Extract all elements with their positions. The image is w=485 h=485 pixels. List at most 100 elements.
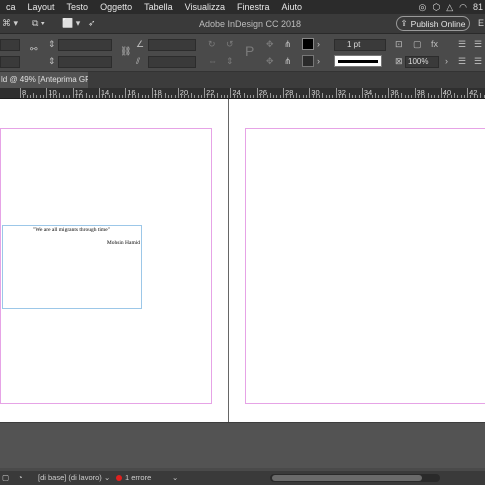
profile-dropdown-icon[interactable]: ⌄ (104, 473, 110, 482)
author-text[interactable]: Mohsin Hamid (107, 240, 140, 246)
ruler-tick (56, 95, 58, 98)
flip-vertical-icon[interactable]: ⇕ (226, 56, 234, 66)
ruler-tick (177, 88, 179, 98)
ruler-tick (240, 95, 242, 98)
ruler-tick (470, 95, 472, 98)
constrain-proportions-icon[interactable]: ⛓ (120, 46, 131, 56)
shear-angle-field[interactable] (148, 56, 196, 68)
share-icon: ⇪ (400, 18, 408, 28)
menu-item-visualizza[interactable]: Visualizza (179, 2, 231, 12)
select-next-icon[interactable]: ⋔ (284, 56, 292, 66)
page-nav-first-icon[interactable]: ▢ (2, 473, 9, 482)
stroke-swatch[interactable] (302, 55, 314, 67)
preflight-profile[interactable]: [di base] (di lavoro) (38, 473, 102, 482)
fill-swatch[interactable] (302, 38, 314, 50)
ruler-tick (75, 95, 77, 98)
horizontal-scroll-thumb[interactable] (272, 475, 422, 481)
fit-frame-icon[interactable]: ▢ (413, 39, 422, 49)
constrain-link-icon[interactable]: ⚯ (30, 44, 38, 54)
menu-item-tabella[interactable]: Tabella (138, 2, 179, 12)
opacity-dropdown-icon[interactable]: › (445, 56, 448, 66)
align-right-icon[interactable]: ☰ (458, 56, 466, 66)
errors-dropdown-icon[interactable]: ⌄ (172, 473, 178, 482)
select-content-icon[interactable]: ✥ (266, 56, 274, 66)
ruler-tick (483, 95, 485, 98)
effects-icon[interactable]: fx (431, 39, 438, 49)
ruler-tick (480, 93, 482, 98)
ruler-tick (72, 88, 74, 98)
menu-item-app[interactable]: ca (0, 2, 22, 12)
menu-item-finestra[interactable]: Finestra (231, 2, 276, 12)
wifi-icon[interactable]: ◠ (459, 2, 467, 13)
width-stepper-icon[interactable]: ⇕ (48, 39, 56, 49)
stroke-type-sample[interactable] (334, 55, 382, 67)
menu-item-oggetto[interactable]: Oggetto (94, 2, 138, 12)
rotation-angle-field[interactable] (148, 39, 196, 51)
ruler-tick (246, 95, 248, 98)
ruler-tick (460, 95, 462, 98)
ruler-tick (299, 95, 301, 98)
align-center-icon[interactable]: ☰ (474, 39, 482, 49)
horizontal-ruler[interactable]: 8 10 12 14 16 18 20 22 24 26 28 30 32 34 36 38 40 42 (0, 88, 485, 99)
ruler-tick (184, 95, 186, 98)
ruler-tick (463, 95, 465, 98)
ruler-tick (39, 95, 41, 98)
ruler-tick (85, 93, 87, 98)
ruler-tick (263, 95, 265, 98)
stroke-dropdown-icon[interactable]: › (317, 56, 320, 66)
align-left-icon[interactable]: ☰ (458, 39, 466, 49)
select-previous-icon[interactable]: ⋔ (284, 39, 292, 49)
flip-horizontal-icon[interactable]: ⇔ (208, 56, 217, 66)
document-tab[interactable]: ld @ 49% [Anteprima GPU] (0, 72, 88, 88)
ruler-tick (325, 95, 327, 98)
publish-online-button[interactable]: ⇪ Publish Online (396, 16, 470, 31)
height-stepper-icon[interactable]: ⇕ (48, 56, 56, 66)
x-position-field[interactable] (0, 39, 20, 51)
workspace-switcher[interactable]: E (478, 18, 484, 28)
battery-level[interactable]: 81 (473, 2, 483, 12)
stroke-weight-field[interactable]: 1 pt (334, 39, 386, 51)
error-count[interactable]: 1 errore (125, 473, 151, 482)
ruler-tick (335, 88, 337, 98)
shield-icon[interactable]: ⬡ (432, 2, 440, 13)
rotate-icon[interactable]: ∠ (136, 39, 144, 49)
text-frame[interactable]: "We are all migrants through time" Mohsi… (2, 225, 142, 309)
ruler-tick (131, 95, 133, 98)
ruler-tick (329, 95, 331, 98)
ruler-tick (118, 95, 120, 98)
frame-fitting-icon[interactable]: ⊡ (395, 39, 403, 49)
ruler-tick (233, 95, 235, 98)
ruler-tick (59, 93, 61, 98)
error-indicator-icon (116, 475, 122, 481)
bell-icon[interactable]: △ (446, 2, 453, 13)
justify-icon[interactable]: ☰ (474, 56, 482, 66)
menu-item-aiuto[interactable]: Aiuto (276, 2, 309, 12)
ruler-tick (148, 95, 150, 98)
quote-text[interactable]: "We are all migrants through time" (33, 227, 110, 233)
width-field[interactable] (58, 39, 112, 51)
select-container-icon[interactable]: ✥ (266, 39, 274, 49)
ruler-tick (315, 95, 317, 98)
right-page-margin-guide (245, 128, 485, 404)
ruler-tick (437, 95, 439, 98)
menu-item-testo[interactable]: Testo (61, 2, 95, 12)
paragraph-icon[interactable]: P (245, 44, 254, 58)
menu-item-layout[interactable]: Layout (22, 2, 61, 12)
rotate-ccw-icon[interactable]: ↺ (226, 39, 234, 49)
ruler-tick (457, 95, 459, 98)
ruler-tick (171, 95, 173, 98)
creative-cloud-icon[interactable]: ◎ (418, 2, 426, 13)
preflight-icon[interactable]: ◔ (18, 473, 23, 482)
height-field[interactable] (58, 56, 112, 68)
opacity-icon[interactable]: ⊠ (395, 56, 403, 66)
y-position-field[interactable] (0, 56, 20, 68)
rotate-cw-icon[interactable]: ↻ (208, 39, 216, 49)
status-icons: ◎ ⬡ △ ◠ 81 (418, 0, 485, 14)
shear-icon[interactable]: ⫽ (136, 56, 140, 66)
fill-dropdown-icon[interactable]: › (317, 39, 320, 49)
ruler-tick (414, 88, 416, 98)
horizontal-scrollbar[interactable] (270, 474, 440, 482)
opacity-field[interactable]: 100% (405, 56, 439, 68)
pasteboard-bottom (0, 422, 485, 469)
ruler-tick (417, 95, 419, 98)
